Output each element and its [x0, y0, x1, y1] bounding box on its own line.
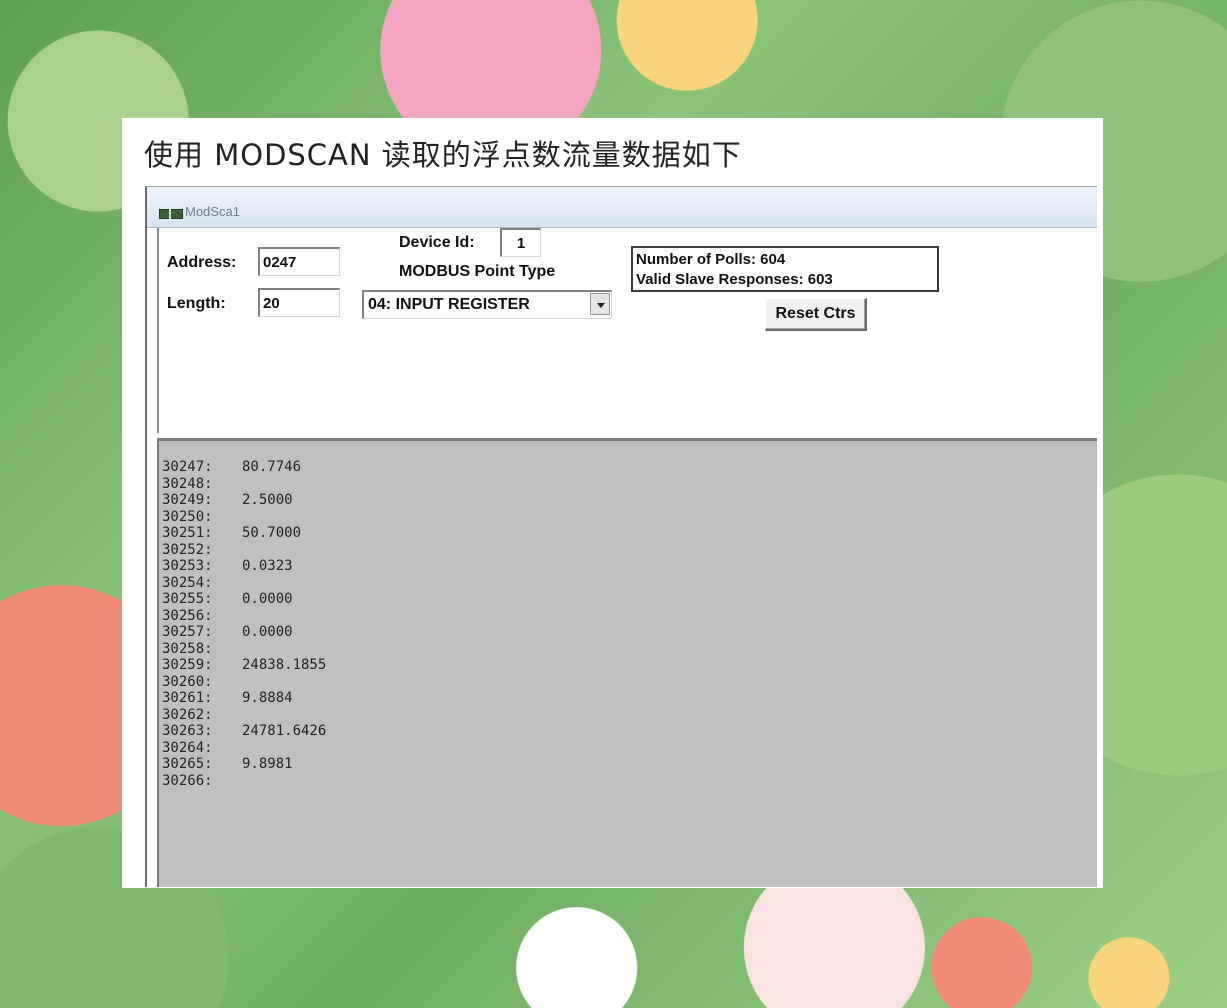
register-value: 24838.1855 [242, 657, 327, 673]
register-address: 30260: [162, 673, 213, 690]
register-value: 80.7746 [242, 459, 302, 475]
register-address: 30248: [162, 475, 213, 492]
app-icon [159, 209, 183, 219]
register-value: 0.0323 [242, 558, 293, 574]
register-address: 30251: [162, 525, 213, 541]
register-address: 30264: [162, 739, 213, 756]
chevron-down-icon[interactable] [590, 293, 610, 315]
window-title: ModSca1 [185, 204, 240, 219]
register-address: 30265: [162, 756, 213, 772]
address-field[interactable] [258, 247, 340, 276]
polls-count: Number of Polls: 604 [636, 251, 786, 268]
point-type-value: 04: INPUT REGISTER [368, 296, 530, 313]
reset-counters-button[interactable]: Reset Ctrs [765, 298, 867, 331]
register-address: 30258: [162, 640, 213, 657]
control-panel: Address: Length: Device Id: MODBUS Point… [157, 228, 1097, 433]
slide: 使用 MODSCAN 读取的浮点数流量数据如下 ModSca1 Address:… [122, 118, 1103, 888]
window-titlebar[interactable]: ModSca1 [147, 187, 1097, 228]
poll-stats-box: Number of Polls: 604 Valid Slave Respons… [631, 246, 939, 292]
register-address: 30259: [162, 657, 213, 673]
register-data-pane[interactable]: 30247: 80.7746 30248: 30249: 2.5000 30250: 302… [157, 438, 1097, 887]
register-value: 9.8884 [242, 690, 293, 706]
device-id-field[interactable] [500, 228, 541, 257]
register-address: 30262: [162, 706, 213, 723]
register-address: 30247: [162, 459, 213, 475]
register-address: 30250: [162, 508, 213, 525]
register-value: 9.8981 [242, 756, 293, 772]
modscan-window: ModSca1 Address: Length: Device Id: MODB… [145, 186, 1097, 887]
register-address: 30255: [162, 591, 213, 607]
slide-title: 使用 MODSCAN 读取的浮点数流量数据如下 [144, 138, 742, 172]
register-address: 30266: [162, 772, 213, 789]
length-label: Length: [167, 295, 226, 312]
register-value: 2.5000 [242, 492, 293, 508]
length-field[interactable] [258, 288, 340, 317]
register-value: 0.0000 [242, 624, 293, 640]
register-address: 30254: [162, 574, 213, 591]
register-address: 30252: [162, 541, 213, 558]
register-address: 30253: [162, 558, 213, 574]
register-address: 30257: [162, 624, 213, 640]
device-id-label: Device Id: [399, 234, 475, 251]
valid-responses-count: Valid Slave Responses: 603 [636, 271, 833, 288]
point-type-label: MODBUS Point Type [399, 263, 556, 280]
register-address: 30263: [162, 723, 213, 739]
register-address: 30256: [162, 607, 213, 624]
register-value: 0.0000 [242, 591, 293, 607]
register-address: 30261: [162, 690, 213, 706]
register-value: 24781.6426 [242, 723, 327, 739]
address-label: Address: [167, 254, 237, 271]
point-type-select[interactable]: 04: INPUT REGISTER [362, 290, 612, 319]
register-address: 30249: [162, 492, 213, 508]
register-value: 50.7000 [242, 525, 302, 541]
